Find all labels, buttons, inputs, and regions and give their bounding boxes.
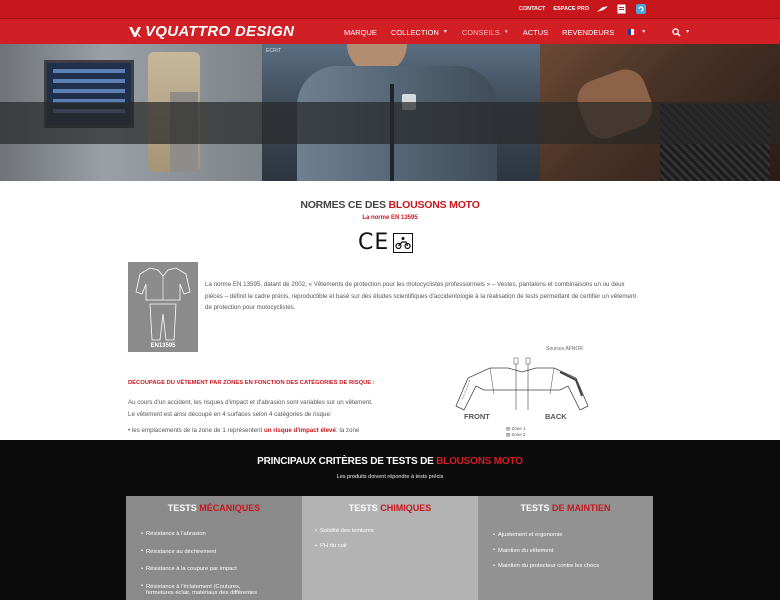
chemical-tests-list: Solidité des teintures PH du cuir xyxy=(315,528,374,558)
main-navigation: VQUATTRO DESIGN MARQUE COLLECTION ▼ CONSE… xyxy=(0,18,780,44)
espace-pro-link[interactable]: ESPACE PRO xyxy=(553,6,589,12)
search-icon xyxy=(672,27,681,37)
column-title-highlight: DE MAINTIEN xyxy=(549,503,611,513)
list-item: Maintien du vêtement xyxy=(493,547,599,554)
refresh-app-icon[interactable] xyxy=(635,4,646,14)
list-item: Résistance à la coupure par impact xyxy=(141,566,257,573)
top-utility-bar: CONTACT ESPACE PRO xyxy=(0,0,780,18)
document-icon[interactable] xyxy=(616,4,627,14)
french-flag-icon xyxy=(628,29,638,35)
column-title: TESTS DE MAINTIEN xyxy=(478,503,653,513)
column-title-part: TESTS xyxy=(520,503,550,513)
support-tests-column: TESTS DE MAINTIEN Ajustement et ergonomi… xyxy=(478,496,653,600)
column-title-highlight: CHIMIQUES xyxy=(380,503,432,513)
support-tests-list: Ajustement et ergonomie Maintien du vête… xyxy=(493,532,599,579)
bullet-text: • les emplacements de la zone de 1 repré… xyxy=(128,427,264,434)
caret-down-icon: ▼ xyxy=(442,29,448,35)
criteria-subtitle: Les produits doivent répondre à tests pr… xyxy=(336,474,444,480)
diagram-front-label: FRONT xyxy=(464,412,490,421)
zone-diagram: Sources AFNOR FRONT BACK ▨ Zone 1 ▧ Zone… xyxy=(450,344,600,440)
nav-item-actus[interactable]: ACTUS xyxy=(516,19,555,45)
list-item-text: fermetures éclair, matériaux des différe… xyxy=(146,589,258,596)
nav-item-collection[interactable]: COLLECTION ▼ xyxy=(384,19,455,45)
thumbnail-label: EN13595 xyxy=(150,343,176,349)
nav-item-marque[interactable]: MARQUE xyxy=(337,19,384,45)
brand-swoosh-icon[interactable] xyxy=(597,4,608,14)
zone-2-label: Zone 2 xyxy=(511,432,526,437)
mechanical-tests-list: Résistance à l'abrasion Résistance au dé… xyxy=(141,531,258,596)
contact-link[interactable]: CONTACT xyxy=(519,6,545,12)
nav-label: REVENDEURS xyxy=(562,27,615,37)
title-highlight: BLOUSONS MOTO xyxy=(388,199,480,211)
column-title-part: TESTS xyxy=(348,503,381,513)
criteria-columns: TESTS MÉCANIQUES Résistance à l'abrasion… xyxy=(126,496,653,600)
criteria-title-part: PRINCIPAUX CRITÈRES DE TESTS DE xyxy=(257,456,437,467)
caret-down-icon: ▼ xyxy=(503,29,509,35)
nav-label: CONSEILS xyxy=(461,27,500,37)
hero-overlay-band xyxy=(0,102,780,144)
chemical-tests-column: TESTS CHIMIQUES Solidité des teintures P… xyxy=(302,496,478,600)
language-selector[interactable]: ▼ xyxy=(621,19,653,45)
list-item: Résistance au déchirement xyxy=(141,548,257,555)
list-item: Résistance à l'abrasion xyxy=(141,531,257,538)
page-subtitle: La norme EN 13595 xyxy=(362,215,418,221)
logo-text: VQUATTRO DESIGN xyxy=(145,23,295,40)
motorcyclist-pictogram-icon xyxy=(393,232,414,253)
nav-label: ACTUS xyxy=(522,27,549,37)
bullet-highlight: un risque d'impact élevé xyxy=(263,427,336,434)
caret-down-icon: ▼ xyxy=(685,29,691,35)
column-title-part: TESTS xyxy=(167,503,200,513)
nav-menu: MARQUE COLLECTION ▼ CONSEILS ▼ ACTUS REVEN… xyxy=(337,19,697,45)
legend-zone-2: ▧ Zone 2 xyxy=(506,432,526,437)
zone-bullet: • les emplacements de la zone de 1 repré… xyxy=(128,427,388,434)
column-title-highlight: MÉCANIQUES xyxy=(199,503,261,513)
intro-paragraph: La norme EN 13595, datant de 2002, « Vêt… xyxy=(205,281,637,311)
nav-item-revendeurs[interactable]: REVENDEURS xyxy=(555,19,621,45)
list-item: Solidité des teintures xyxy=(315,528,374,535)
main-content: NORMES CE DES BLOUSONS MOTO La norme EN … xyxy=(0,181,780,440)
caret-down-icon: ▼ xyxy=(641,29,647,35)
mechanical-tests-column: TESTS MÉCANIQUES Résistance à l'abrasion… xyxy=(126,496,302,600)
jacket-zone-diagram xyxy=(455,357,589,411)
ce-mark: CE xyxy=(358,230,414,255)
nav-label: MARQUE xyxy=(344,27,377,37)
hero-banner: ECRIT xyxy=(0,44,780,181)
bullet-text-end: : la zone xyxy=(335,427,360,434)
hero-breadcrumb: ECRIT xyxy=(266,48,281,54)
criteria-title-highlight: BLOUSONS MOTO xyxy=(436,456,523,467)
section-heading: DÉCOUPAGE DU VÊTEMENT PAR ZONES EN FONCT… xyxy=(128,380,375,386)
page-title: NORMES CE DES BLOUSONS MOTO xyxy=(0,199,780,211)
criteria-title: PRINCIPAUX CRITÈRES DE TESTS DE BLOUSONS… xyxy=(0,456,780,467)
zone-1-label: Zone 1 xyxy=(511,426,526,431)
vquattro-logo-icon xyxy=(129,26,141,37)
nav-item-conseils[interactable]: CONSEILS ▼ xyxy=(455,19,516,45)
search-toggle[interactable]: ▼ xyxy=(665,19,697,45)
nav-label: COLLECTION xyxy=(390,27,439,37)
list-item: Ajustement et ergonomie xyxy=(493,532,599,539)
site-logo[interactable]: VQUATTRO DESIGN xyxy=(128,23,294,40)
column-title: TESTS MÉCANIQUES xyxy=(126,503,302,513)
ce-letters: CE xyxy=(358,230,390,255)
column-title: TESTS CHIMIQUES xyxy=(302,503,478,513)
list-item: PH du cuir xyxy=(315,543,374,550)
list-item: Résistance à l'éclatement (Coutures,ferm… xyxy=(141,583,258,596)
jacket-pants-outline-icon xyxy=(135,267,191,341)
zone-legend: ▨ Zone 1 ▧ Zone 2 xyxy=(506,426,526,438)
diagram-back-label: BACK xyxy=(545,412,567,421)
en13595-thumbnail[interactable]: EN13595 xyxy=(128,262,198,352)
title-part: NORMES CE DES xyxy=(300,199,389,211)
list-item: Maintien du protecteur contre les chocs xyxy=(493,563,599,570)
criteria-section: PRINCIPAUX CRITÈRES DE TESTS DE BLOUSONS… xyxy=(0,440,780,600)
risk-paragraph: Au cours d'un accident, les risques d'im… xyxy=(128,399,373,418)
